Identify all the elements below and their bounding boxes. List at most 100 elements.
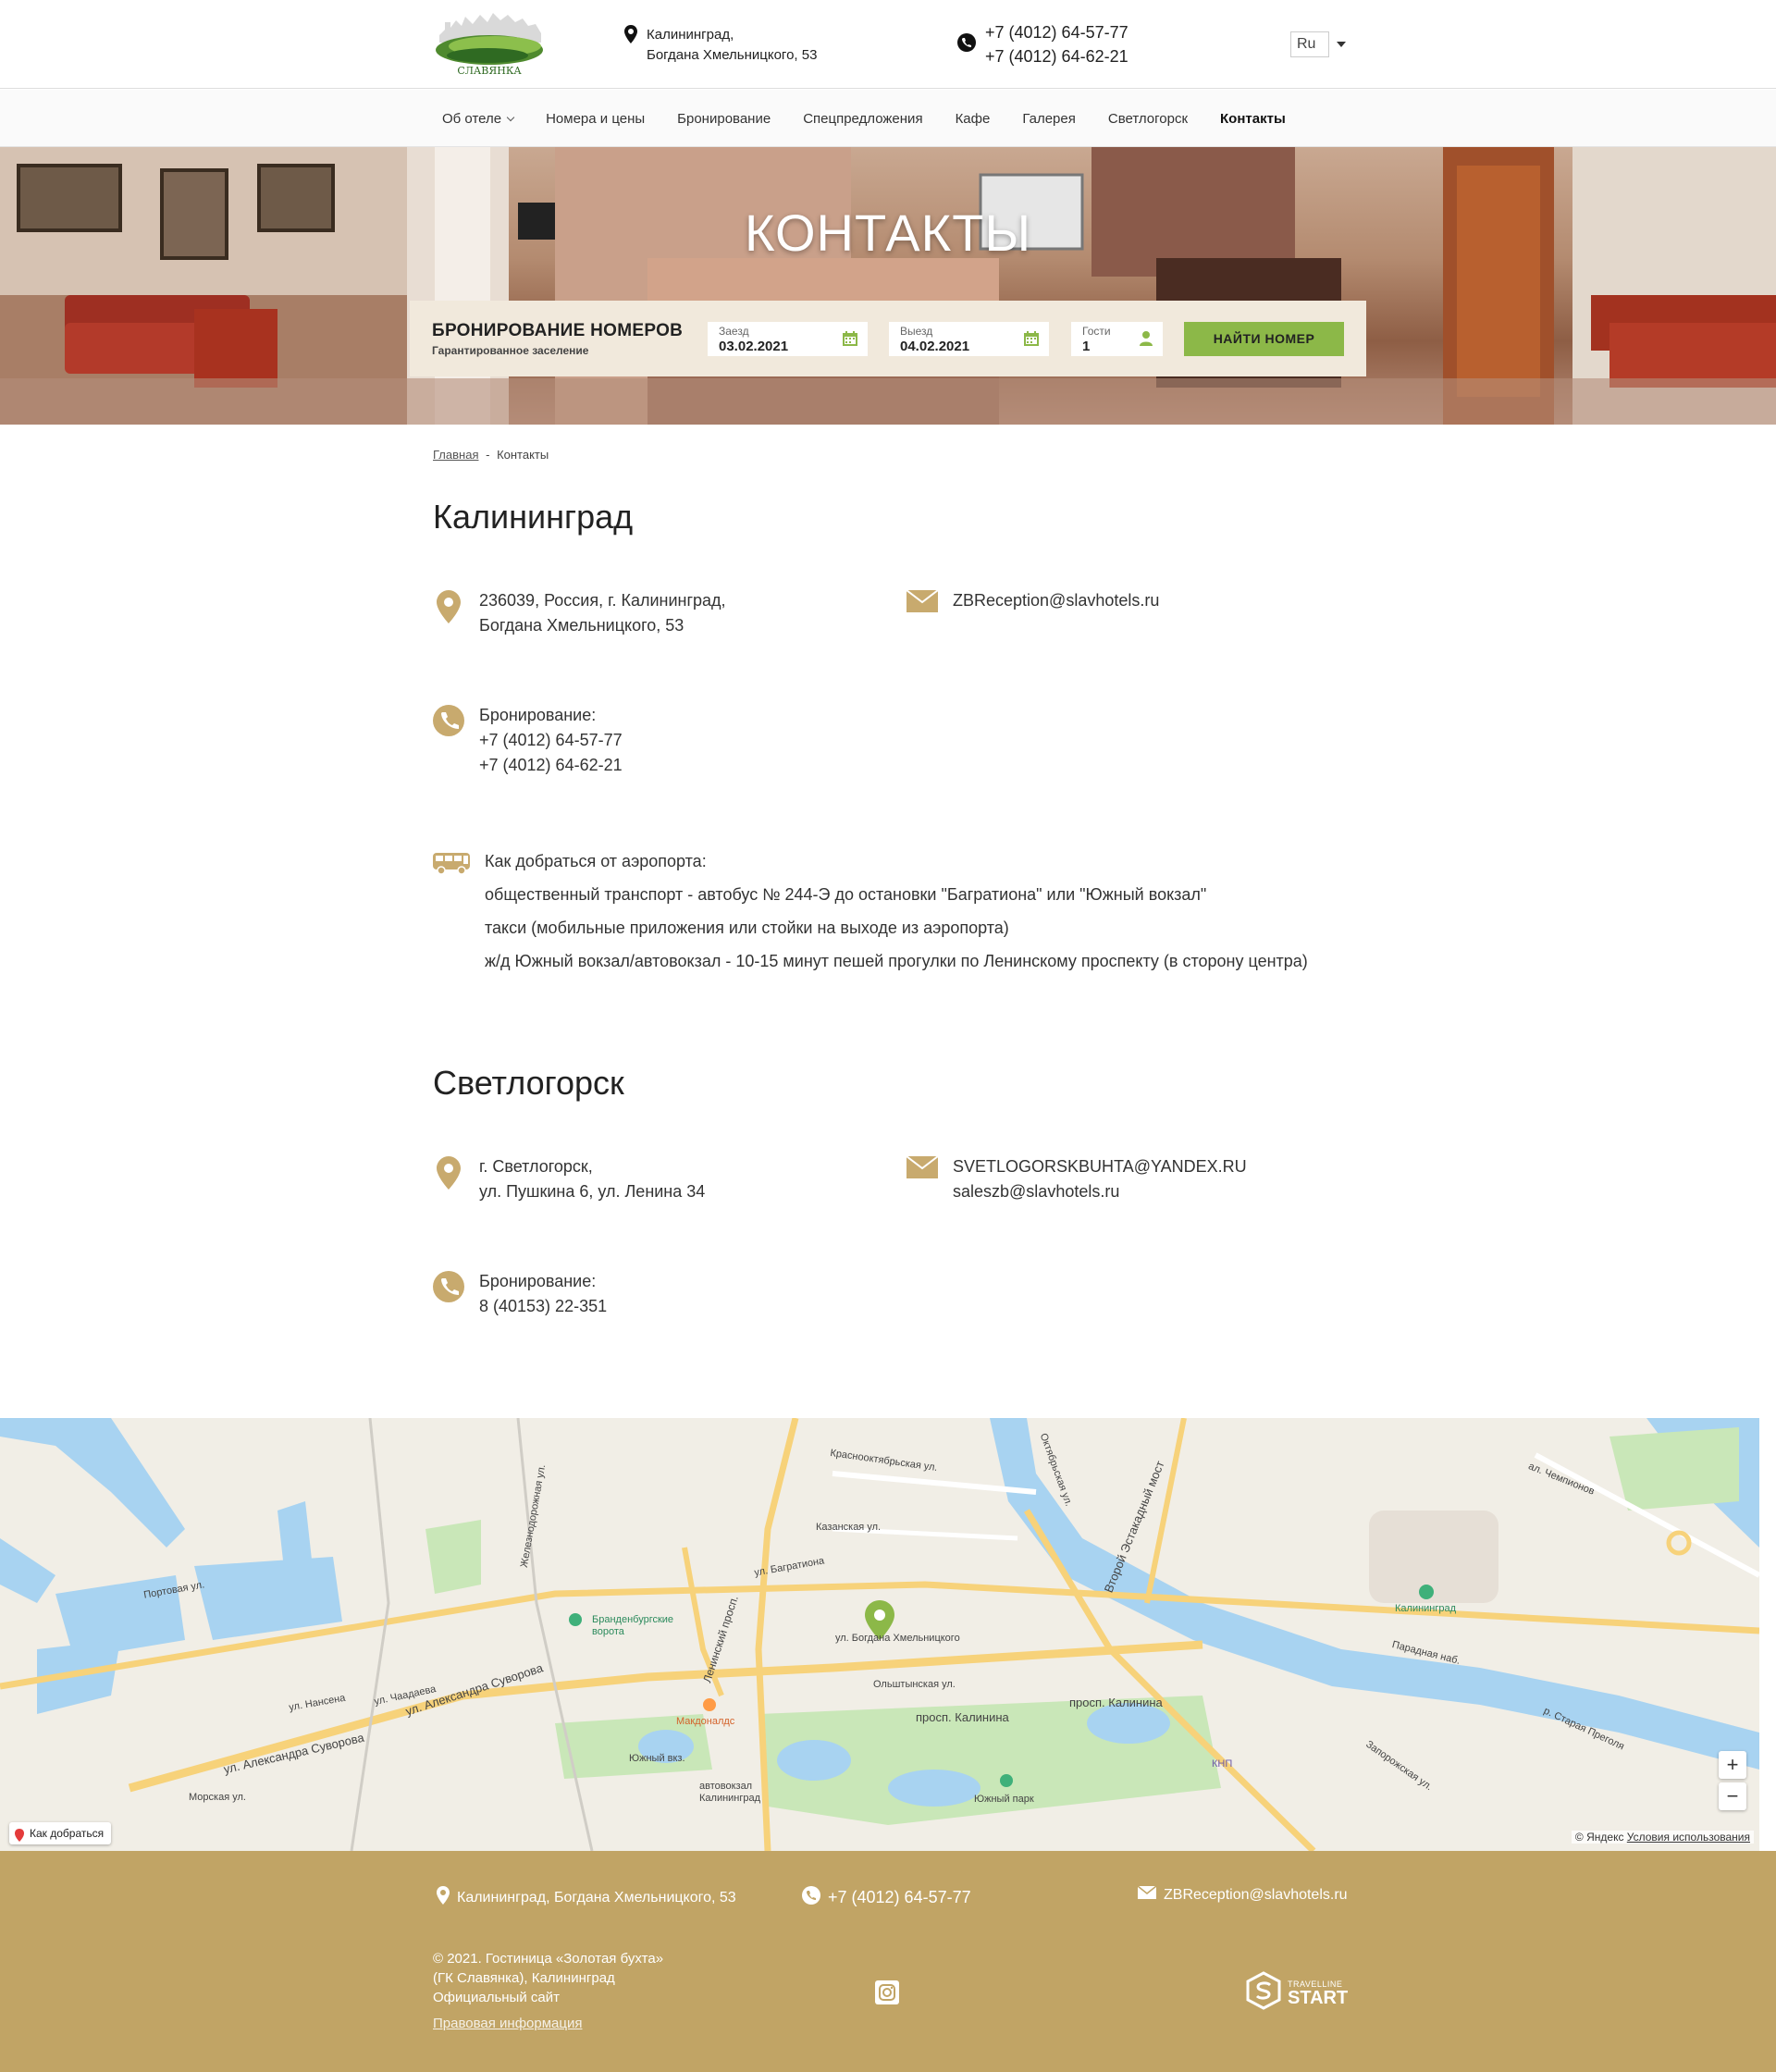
address-line2: ул. Пушкина 6, ул. Ленина 34	[479, 1182, 706, 1201]
phone-icon	[433, 1269, 464, 1319]
zoom-in-button[interactable]: +	[1719, 1751, 1746, 1779]
map-label: Ольштынская ул.	[873, 1679, 956, 1690]
header-address: Калининград, Богдана Хмельницкого, 53	[624, 25, 817, 66]
footer-copy-line: © 2021. Гостиница «Золотая бухта»	[433, 1951, 664, 1967]
svetlogorsk-email: SVETLOGORSKBUHTA@YANDEX.RU saleszb@slavh…	[906, 1154, 1247, 1204]
map-label: автовокзал Калининград	[699, 1781, 761, 1804]
footer-phone-text[interactable]: +7 (4012) 64-57-77	[828, 1888, 971, 1907]
email-link[interactable]: saleszb@slavhotels.ru	[953, 1179, 1247, 1204]
booking-label: Бронирование:	[479, 706, 597, 724]
nav-item-svetlogorsk[interactable]: Светлогорск	[1108, 111, 1188, 127]
calendar-icon[interactable]	[842, 330, 858, 352]
guests-field[interactable]: Гости 1	[1071, 322, 1163, 356]
language-value[interactable]: Ru	[1290, 31, 1329, 57]
svetlogorsk-address: г. Светлогорск, ул. Пушкина 6, ул. Ленин…	[433, 1154, 705, 1204]
route-button[interactable]: Как добраться	[9, 1822, 112, 1844]
header-address-line2: Богдана Хмельницкого, 53	[647, 47, 818, 63]
location-pin-icon	[437, 1886, 450, 1909]
yandex-map[interactable]: ул. Богдана Хмельницкого просп. Калинина…	[0, 1418, 1759, 1851]
phone-link[interactable]: 8 (40153) 22-351	[479, 1294, 607, 1319]
checkin-value[interactable]: 03.02.2021	[719, 339, 788, 354]
map-copyright: © Яндекс Условия использования	[1571, 1831, 1754, 1844]
route-label: Как добраться	[30, 1827, 105, 1840]
route-pin-icon	[15, 1827, 24, 1849]
main-nav: Об отеле Номера и цены Бронирование Спец…	[0, 90, 1776, 147]
address-line1: 236039, Россия, г. Калининград,	[479, 591, 726, 610]
guests-value[interactable]: 1	[1082, 339, 1090, 354]
nav-item-rooms[interactable]: Номера и цены	[546, 111, 645, 127]
footer-copy-line: (ГК Славянка), Калининград	[433, 1970, 615, 1986]
footer-phone[interactable]: +7 (4012) 64-57-77	[802, 1886, 971, 1909]
footer-address-text: Калининград, Богдана Хмельницкого, 53	[457, 1889, 736, 1906]
nav-item-booking[interactable]: Бронирование	[677, 111, 771, 127]
breadcrumb-separator: -	[486, 448, 490, 462]
breadcrumb-current: Контакты	[497, 448, 549, 462]
header-phone-1[interactable]: +7 (4012) 64-57-77	[985, 20, 1128, 44]
caret-down-icon[interactable]	[1337, 42, 1346, 47]
map-label: Казанская ул.	[816, 1522, 882, 1533]
map-label: Морская ул.	[189, 1792, 246, 1803]
email-link[interactable]: ZBReception@slavhotels.ru	[953, 588, 1159, 613]
breadcrumb-home[interactable]: Главная	[433, 448, 478, 462]
map-label: Южный парк	[974, 1794, 1034, 1805]
directions-title: Как добраться от аэропорта:	[485, 852, 707, 870]
header-phone-2[interactable]: +7 (4012) 64-62-21	[985, 44, 1128, 68]
zoom-out-button[interactable]: −	[1719, 1782, 1746, 1810]
checkin-field[interactable]: Заезд 03.02.2021	[708, 322, 868, 356]
envelope-icon	[906, 588, 938, 613]
map-terms-link[interactable]: Условия использования	[1627, 1831, 1750, 1844]
map-label: просп. Калинина	[916, 1710, 1009, 1724]
nav-item-cafe[interactable]: Кафе	[956, 111, 991, 127]
footer-email[interactable]: ZBReception@slavhotels.ru	[1137, 1885, 1348, 1904]
footer: Калининград, Богдана Хмельницкого, 53 +7…	[0, 1851, 1776, 2072]
location-pin-icon	[433, 1154, 464, 1204]
instagram-icon[interactable]	[875, 1980, 899, 2004]
booking-title: БРОНИРОВАНИЕ НОМЕРОВ	[432, 321, 684, 340]
top-header: СЛАВЯНКА Калининград, Богдана Хмельницко…	[0, 0, 1776, 89]
email-link[interactable]: SVETLOGORSKBUHTA@YANDEX.RU	[953, 1154, 1247, 1179]
hero-photo	[0, 147, 1776, 425]
footer-copy-line: Официальный сайт	[433, 1990, 560, 2005]
booking-widget: БРОНИРОВАНИЕ НОМЕРОВ Гарантированное зас…	[410, 301, 1366, 376]
logo-text: СЛАВЯНКА	[457, 65, 522, 77]
nav-item-label: Об отеле	[442, 110, 502, 127]
phone-link-2[interactable]: +7 (4012) 64-62-21	[479, 753, 623, 778]
map-copyright-text: © Яндекс	[1574, 1831, 1624, 1844]
nav-item-about[interactable]: Об отеле	[442, 110, 515, 127]
map-label: ул. Богдана Хмельницкого	[835, 1633, 960, 1644]
header-phones: +7 (4012) 64-57-77 +7 (4012) 64-62-21	[957, 20, 1128, 68]
directions-item: общественный транспорт - автобус № 244-Э…	[485, 885, 1207, 904]
map-label: Бранденбургские ворота	[592, 1614, 674, 1637]
breadcrumb: Главная - Контакты	[433, 448, 549, 462]
travelline-big-text: START	[1288, 1987, 1349, 2008]
bus-icon	[433, 849, 470, 982]
envelope-icon	[1137, 1885, 1157, 1904]
map-label: КНП	[1212, 1758, 1233, 1770]
calendar-icon[interactable]	[1023, 330, 1040, 352]
airport-directions: Как добраться от аэропорта: общественный…	[433, 849, 1349, 982]
nav-item-contacts[interactable]: Контакты	[1220, 111, 1286, 127]
footer-address: Калининград, Богдана Хмельницкого, 53	[437, 1886, 736, 1909]
language-select[interactable]: Ru	[1290, 31, 1346, 57]
hero-banner: КОНТАКТЫ	[0, 147, 1776, 425]
footer-email-text[interactable]: ZBReception@slavhotels.ru	[1164, 1887, 1348, 1904]
person-icon[interactable]	[1139, 330, 1153, 352]
hotel-logo[interactable]: СЛАВЯНКА	[432, 9, 548, 80]
find-room-button[interactable]: НАЙТИ НОМЕР	[1184, 322, 1344, 356]
travelline-logo[interactable]: TRAVELLINE START	[1245, 1971, 1348, 2015]
map-label: просп. Калинина	[1069, 1696, 1163, 1709]
nav-item-gallery[interactable]: Галерея	[1022, 111, 1076, 127]
directions-item: ж/д Южный вокзал/автовокзал - 10-15 мину…	[485, 952, 1308, 970]
checkout-value[interactable]: 04.02.2021	[900, 339, 969, 354]
booking-subtitle: Гарантированное заселение	[432, 344, 589, 357]
envelope-icon	[906, 1154, 938, 1204]
travelline-icon	[1245, 1971, 1282, 2015]
nav-item-offers[interactable]: Спецпредложения	[803, 111, 922, 127]
checkout-field[interactable]: Выезд 04.02.2021	[889, 322, 1049, 356]
legal-info-link[interactable]: Правовая информация	[433, 2016, 582, 2031]
directions-item: такси (мобильные приложения или стойки н…	[485, 919, 1009, 937]
phone-link-1[interactable]: +7 (4012) 64-57-77	[479, 728, 623, 753]
checkin-label: Заезд	[719, 325, 749, 338]
header-address-line1: Калининград,	[647, 27, 734, 43]
map-label: Макдоналдс	[676, 1716, 735, 1727]
